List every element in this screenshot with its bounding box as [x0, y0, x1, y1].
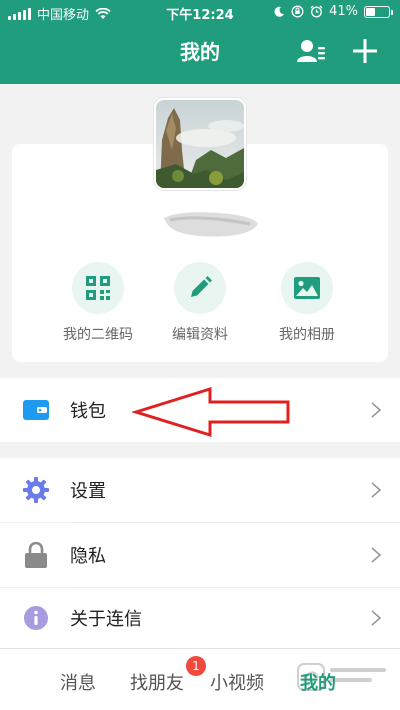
qr-code-label: 我的二维码 — [63, 327, 133, 343]
album-label: 我的相册 — [279, 327, 335, 343]
info-icon — [22, 604, 50, 632]
page-title: 我的 — [180, 40, 220, 64]
menu-item-settings[interactable]: 设置 — [0, 458, 400, 522]
battery-icon — [364, 5, 393, 18]
gear-icon — [22, 476, 50, 504]
photo-icon — [281, 262, 333, 314]
wallet-icon — [22, 396, 50, 424]
chevron-right-icon — [371, 610, 382, 626]
rotation-lock-icon — [291, 5, 304, 18]
qr-code-button[interactable]: 我的二维码 — [43, 262, 153, 344]
battery-percent: 41% — [329, 4, 358, 19]
tab-short-video[interactable]: 小视频 — [210, 669, 264, 695]
plus-icon — [353, 39, 377, 63]
moon-icon — [274, 6, 285, 17]
notification-badge: 1 — [186, 656, 206, 676]
menu-item-privacy[interactable]: 隐私 — [0, 523, 400, 587]
chevron-right-icon — [371, 482, 382, 498]
wallet-label: 钱包 — [70, 401, 106, 422]
contacts-button[interactable] — [296, 38, 326, 66]
avatar-image — [156, 100, 244, 188]
settings-label: 设置 — [70, 481, 106, 502]
tab-find-friends[interactable]: 找朋友 — [130, 669, 184, 695]
edit-profile-button[interactable]: 编辑资料 — [145, 262, 255, 344]
album-button[interactable]: 我的相册 — [252, 262, 362, 344]
red-arrow-annotation — [132, 386, 290, 438]
avatar[interactable] — [154, 98, 246, 190]
status-bar: 中国移动 下午12:24 41% — [0, 0, 400, 26]
chevron-right-icon — [371, 402, 382, 418]
menu-item-about[interactable]: 关于连信 — [0, 588, 400, 648]
header-bar: 中国移动 下午12:24 41% 我的 — [0, 0, 400, 84]
nickname-redacted — [160, 206, 260, 240]
qr-code-icon — [72, 262, 124, 314]
privacy-label: 隐私 — [70, 546, 106, 567]
lock-icon — [22, 541, 50, 569]
edit-profile-label: 编辑资料 — [172, 327, 228, 343]
watermark-logo — [297, 663, 386, 691]
chevron-right-icon — [371, 547, 382, 563]
tab-messages[interactable]: 消息 — [60, 669, 96, 695]
pencil-icon — [174, 262, 226, 314]
alarm-icon — [310, 5, 323, 18]
add-button[interactable] — [350, 36, 380, 66]
person-list-icon — [297, 40, 325, 62]
battery-level — [366, 7, 375, 16]
about-label: 关于连信 — [70, 609, 142, 630]
